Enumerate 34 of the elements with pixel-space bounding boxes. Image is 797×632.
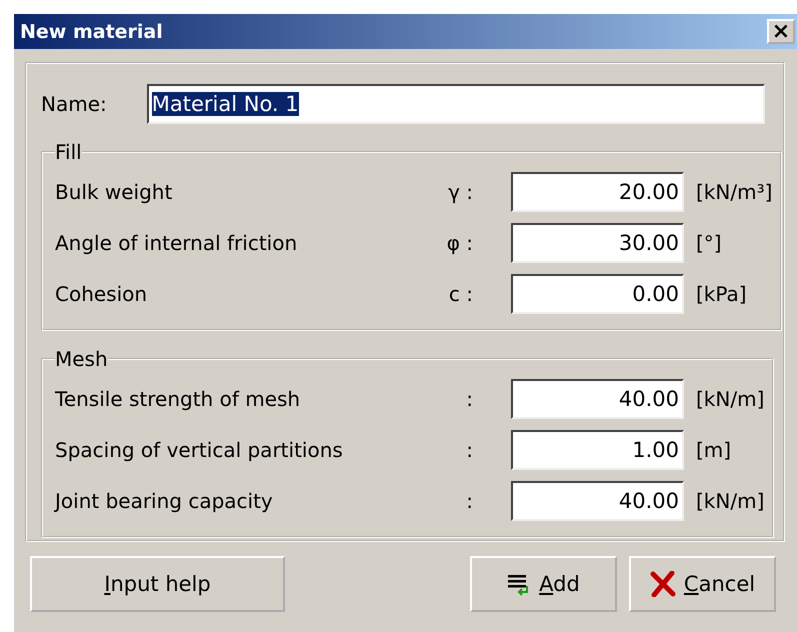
- field-label: Spacing of vertical partitions: [55, 438, 344, 462]
- symbol-label: :: [465, 488, 473, 512]
- symbol-label: :: [465, 438, 473, 462]
- add-button[interactable]: Add: [470, 556, 617, 612]
- window-title: New material: [19, 20, 163, 42]
- cross-icon: [650, 571, 676, 597]
- name-label: Name:: [41, 92, 107, 116]
- close-button[interactable]: ×: [767, 19, 795, 44]
- number-field[interactable]: 1.00: [511, 430, 684, 470]
- symbol-label: c :: [448, 282, 473, 306]
- cancel-button[interactable]: Cancel: [629, 556, 776, 612]
- group-title: Mesh: [55, 347, 108, 371]
- symbol-label: φ :: [446, 230, 473, 254]
- number-field[interactable]: 20.00: [511, 172, 684, 212]
- unit-label: [kN/m³]: [696, 180, 772, 204]
- group-title: Fill: [55, 140, 82, 164]
- symbol-label: γ :: [447, 180, 473, 204]
- unit-label: [kN/m]: [696, 386, 764, 410]
- unit-label: [kPa]: [696, 282, 747, 306]
- unit-label: [°]: [696, 230, 722, 254]
- unit-label: [m]: [696, 438, 732, 462]
- input-help-button[interactable]: Input help: [30, 556, 285, 612]
- field-label: Joint bearing capacity: [55, 488, 274, 512]
- name-field[interactable]: Material No. 1: [146, 84, 765, 124]
- number-field[interactable]: 40.00: [511, 480, 684, 520]
- field-label: Tensile strength of mesh: [55, 386, 302, 410]
- number-field[interactable]: 30.00: [511, 222, 684, 262]
- field-label: Bulk weight: [55, 180, 174, 204]
- field-label: Angle of internal friction: [55, 230, 298, 254]
- field-label: Cohesion: [55, 282, 148, 306]
- number-field[interactable]: 0.00: [511, 274, 684, 314]
- number-field[interactable]: 40.00: [511, 378, 684, 418]
- symbol-label: :: [465, 386, 473, 410]
- unit-label: [kN/m]: [696, 488, 764, 512]
